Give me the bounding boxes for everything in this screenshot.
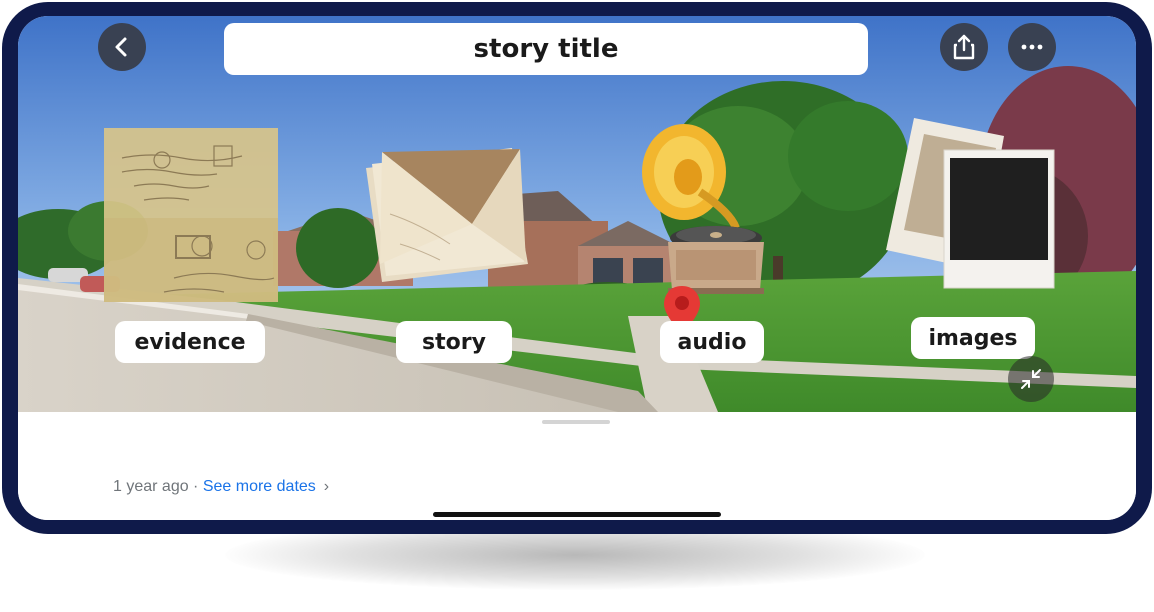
capture-age: 1 year ago — [113, 478, 189, 495]
hotspot-label: story — [422, 329, 486, 355]
collapse-button[interactable] — [1008, 356, 1054, 402]
street-view-panorama[interactable]: story title evidence story audio images — [18, 16, 1136, 412]
share-button[interactable] — [940, 23, 988, 71]
screen: story title evidence story audio images … — [18, 16, 1136, 520]
hotspot-label: audio — [677, 329, 747, 355]
hotspot-images[interactable]: images — [911, 317, 1035, 359]
chevron-right-icon[interactable]: › — [324, 478, 329, 495]
collapse-arrows-icon — [1021, 369, 1041, 389]
phone-frame: story title evidence story audio images … — [2, 2, 1152, 534]
bottom-sheet[interactable]: 1 year ago · See more dates › — [18, 412, 1136, 520]
more-horizontal-icon — [1021, 44, 1043, 50]
hotspot-audio[interactable]: audio — [660, 321, 764, 363]
more-options-button[interactable] — [1008, 23, 1056, 71]
gramophone-icon — [642, 124, 764, 294]
chevron-left-icon — [115, 37, 127, 57]
page-title: story title — [473, 34, 619, 64]
separator: · — [188, 478, 203, 495]
hotspot-evidence[interactable]: evidence — [115, 321, 265, 363]
story-title-bar[interactable]: story title — [224, 23, 868, 75]
share-icon — [953, 34, 975, 60]
envelope-icon — [366, 148, 528, 282]
hotspot-story[interactable]: story — [396, 321, 512, 363]
capture-date-line: 1 year ago · See more dates › — [113, 478, 329, 496]
sheet-grabber[interactable] — [542, 420, 610, 424]
hotspot-label: images — [928, 325, 1018, 351]
hotspot-label: evidence — [134, 329, 246, 355]
back-button[interactable] — [98, 23, 146, 71]
polaroid-photos-icon — [886, 118, 1055, 289]
old-letter-icon — [104, 128, 278, 302]
home-indicator — [433, 512, 721, 517]
see-more-dates-link[interactable]: See more dates — [203, 478, 316, 495]
